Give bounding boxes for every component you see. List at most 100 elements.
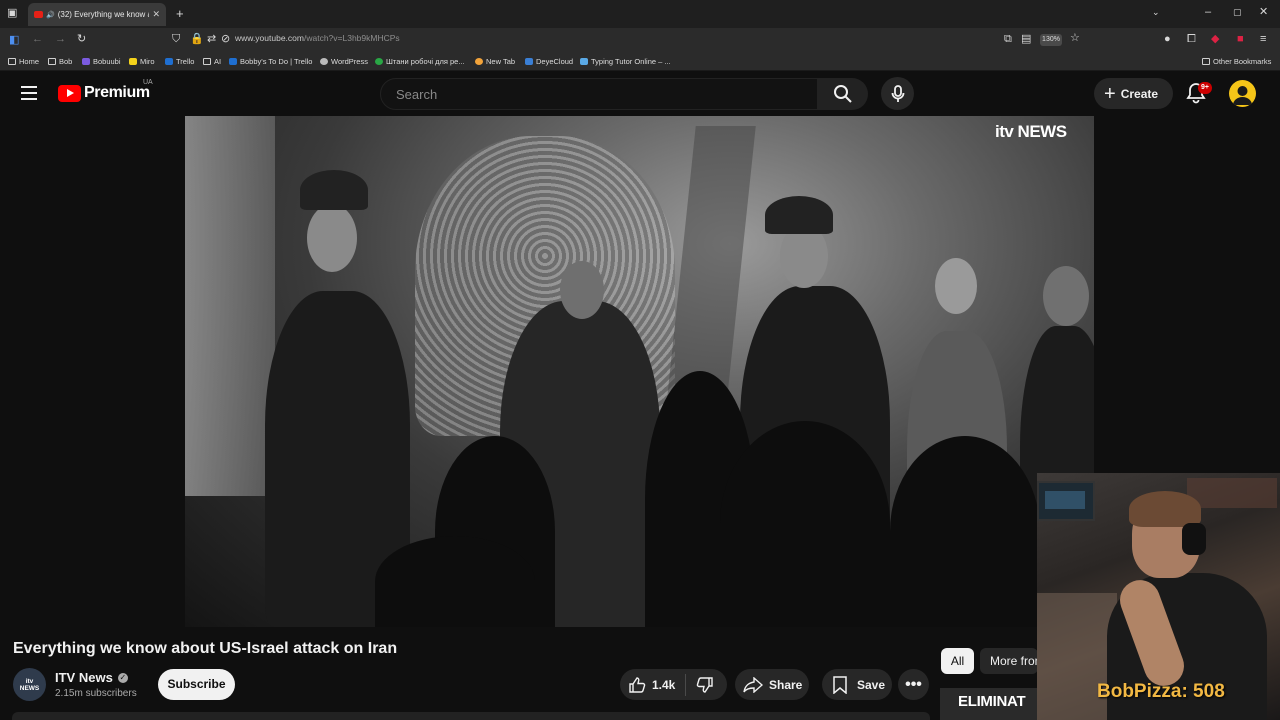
like-button[interactable]: 1.4k	[628, 676, 675, 694]
account-icon[interactable]: ●	[1164, 34, 1171, 45]
officer-left-head	[307, 204, 357, 272]
close-window-icon[interactable]: ✕	[1259, 7, 1268, 18]
user-avatar-icon	[1233, 86, 1252, 105]
thumbs-up-icon	[629, 676, 646, 693]
woman-head	[935, 258, 977, 314]
bookmark-home[interactable]: Home	[8, 57, 39, 66]
site-settings-icon[interactable]: ⇄	[207, 34, 216, 45]
crowd-head-5	[375, 536, 535, 627]
subscribe-button[interactable]: Subscribe	[158, 669, 235, 700]
reload-icon[interactable]: ↻	[77, 34, 86, 45]
tracking-icon[interactable]: ⊘	[221, 34, 230, 45]
create-button[interactable]: + Create	[1094, 78, 1173, 109]
youtube-premium-logo[interactable]: Premium UA	[58, 79, 153, 102]
trello-icon	[229, 58, 237, 65]
share-button[interactable]: Share	[735, 669, 809, 700]
lock-icon[interactable]: 🔒	[190, 34, 204, 45]
channel-avatar[interactable]: itv NEWS	[13, 668, 46, 701]
bookmark-deyecloud[interactable]: DeyeCloud	[525, 57, 573, 66]
youtube-play-icon	[58, 84, 81, 102]
bookmark-new-tab[interactable]: New Tab	[475, 57, 515, 66]
back-icon[interactable]: ←	[32, 34, 43, 45]
bookmark-star-icon[interactable]: ☆	[1070, 33, 1080, 44]
bookmark-trello[interactable]: Trello	[165, 57, 194, 66]
folder-icon	[48, 58, 56, 65]
bookmark-other[interactable]: Other Bookmarks	[1202, 57, 1271, 66]
channel-points-text: BobPizza: 508	[1097, 681, 1225, 702]
bookmark-miro[interactable]: Miro	[129, 57, 155, 66]
account-avatar[interactable]	[1229, 80, 1256, 107]
video-player[interactable]: itv NEWS	[185, 116, 1094, 627]
tab-list-chevron-icon[interactable]: ⌄	[1152, 8, 1160, 17]
tab-actions-icon[interactable]: ▣	[7, 8, 17, 19]
search-placeholder: Search	[396, 86, 438, 102]
search-input[interactable]: Search	[380, 78, 818, 110]
hamburger-menu-icon[interactable]	[21, 86, 37, 100]
video-title: Everything we know about US-Israel attac…	[13, 640, 398, 657]
search-button[interactable]	[818, 78, 868, 110]
bookmark-bobbys-todo[interactable]: Bobby's To Do | Trello	[229, 57, 312, 66]
zoom-level[interactable]: 130%	[1040, 34, 1062, 46]
extensions-icon[interactable]: ⧠	[1187, 34, 1196, 45]
bookmark-wordpress[interactable]: WordPress	[320, 57, 368, 66]
create-label: Create	[1120, 86, 1159, 101]
country-code: UA	[143, 79, 153, 86]
save-label: Save	[857, 677, 886, 692]
save-button[interactable]: Save	[822, 669, 892, 700]
plus-icon: +	[1104, 82, 1116, 105]
like-dislike-group: 1.4k	[620, 669, 727, 700]
extension-red-icon[interactable]: ◆	[1211, 34, 1219, 45]
browser-tab[interactable]: 🔊 (32) Everything we know al ✕	[28, 3, 166, 26]
extension-badge-icon[interactable]: ■	[1237, 34, 1244, 45]
officer-left-cap	[300, 170, 368, 210]
thumbs-down-icon[interactable]	[696, 676, 714, 694]
like-separator	[685, 673, 687, 696]
folder-icon	[8, 58, 16, 65]
more-actions-button[interactable]: •••	[898, 669, 929, 700]
officer-far-right-head	[1043, 266, 1089, 326]
chip-all[interactable]: All	[941, 648, 974, 674]
microphone-icon	[891, 84, 904, 102]
youtube-favicon-icon	[34, 11, 43, 18]
url-field[interactable]: www.youtube.com/watch?v=L3hb9kMHCPs	[235, 33, 400, 43]
chip-more-from[interactable]: More from	[980, 648, 1038, 674]
url-domain: www.youtube.com	[235, 33, 304, 43]
screenshot-icon[interactable]: ⧉	[1004, 34, 1012, 45]
voice-search-button[interactable]	[881, 77, 914, 110]
bookmark-ai[interactable]: AI	[203, 57, 221, 66]
bookmark-save-icon	[833, 675, 847, 694]
folder-icon	[1202, 58, 1210, 65]
shield-icon[interactable]: ⛉	[172, 34, 180, 45]
verified-check-icon: ✓	[117, 672, 128, 683]
bookmark-typing-tutor[interactable]: Typing Tutor Online – ...	[580, 57, 671, 66]
minimize-icon[interactable]: –	[1205, 7, 1211, 18]
bookmark-bob[interactable]: Bob	[48, 57, 72, 66]
reader-view-icon[interactable]: ▤	[1021, 34, 1031, 45]
tab-title: (32) Everything we know al	[57, 10, 150, 19]
url-path: /watch?v=L3hb9kMHCPs	[303, 33, 400, 43]
left-drapery	[185, 116, 275, 496]
recommended-thumbnail[interactable]: ELIMINAT	[940, 688, 1040, 720]
menu-icon[interactable]: ≡	[1260, 34, 1266, 45]
close-tab-icon[interactable]: ✕	[152, 9, 160, 20]
maximize-icon[interactable]: ▢	[1233, 8, 1242, 17]
new-tab-icon[interactable]: +	[176, 7, 184, 20]
search-icon	[834, 85, 852, 103]
streamer-webcam-overlay: BobPizza: 508	[1037, 473, 1280, 720]
bookmark-bobuubi[interactable]: Bobuubi	[82, 57, 121, 66]
sidebar-toggle-icon[interactable]: ◧	[9, 35, 19, 46]
speaker-icon[interactable]: 🔊	[46, 11, 55, 19]
forward-icon[interactable]: →	[55, 34, 66, 45]
headphones	[1182, 523, 1206, 555]
channel-name[interactable]: ITV News ✓	[55, 670, 128, 685]
browser-tab-strip: ▣ 🔊 (32) Everything we know al ✕ + ⌄ – ▢…	[0, 0, 1280, 28]
deyecloud-icon	[525, 58, 533, 65]
bookmarks-bar: Home Bob Bobuubi Miro Trello AI Bobby's …	[0, 52, 1280, 71]
subscriber-count: 2.15m subscribers	[55, 688, 137, 699]
share-label: Share	[769, 677, 803, 692]
new-tab-bookmark-icon	[475, 58, 483, 65]
bookmark-shtany[interactable]: Штани робочі для ре...	[375, 57, 465, 66]
miro-icon	[129, 58, 137, 65]
share-arrow-icon	[743, 676, 763, 693]
more-horizontal-icon: •••	[905, 675, 922, 693]
